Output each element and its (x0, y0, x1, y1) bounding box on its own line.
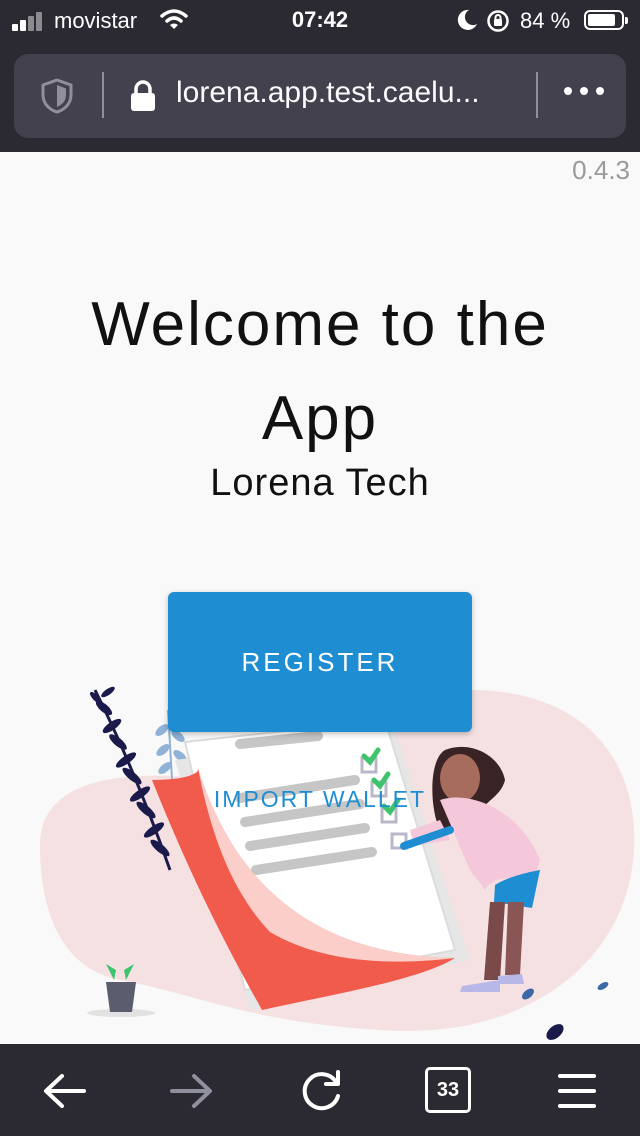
app-version: 0.4.3 (572, 155, 630, 185)
register-button[interactable]: REGISTER (168, 592, 472, 732)
tracking-shield-icon[interactable] (40, 78, 74, 114)
more-icon[interactable] (562, 84, 606, 98)
browser-toolbar: 33 (0, 1044, 640, 1136)
moon-icon (457, 9, 477, 30)
page-title: Welcome to the App (91, 290, 549, 453)
url-text[interactable]: lorena.app.test.caelu... (176, 76, 480, 110)
url-divider-right (536, 72, 538, 118)
url-divider-left (102, 72, 104, 118)
import-wallet-link[interactable]: IMPORT WALLET (0, 786, 640, 813)
tabs-icon[interactable]: 33 (425, 1067, 471, 1113)
url-bar[interactable]: lorena.app.test.caelu... (14, 54, 626, 138)
back-icon[interactable] (40, 1066, 90, 1116)
lock-icon (131, 80, 155, 111)
reload-icon[interactable] (296, 1066, 346, 1116)
battery-icon (584, 10, 628, 30)
page-subtitle: Lorena Tech (210, 462, 430, 504)
rotation-lock-icon (487, 10, 509, 32)
status-bar: movistar 07:42 84 % (0, 0, 640, 42)
menu-icon[interactable] (552, 1066, 602, 1116)
forward-icon[interactable] (166, 1066, 216, 1116)
battery-percent: 84 % (520, 8, 571, 33)
browser-chrome-top: movistar 07:42 84 % lorena.app.test.cael… (0, 0, 640, 152)
